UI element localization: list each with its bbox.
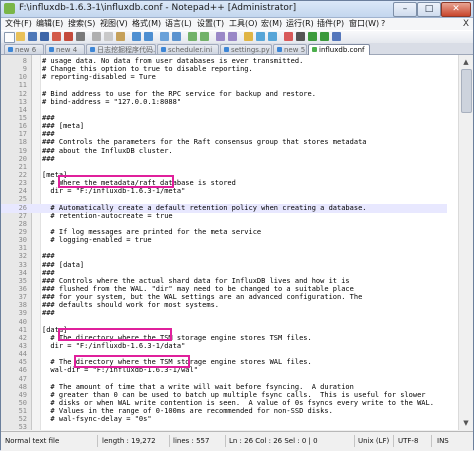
tab-label: new 4 (56, 46, 78, 54)
tab-label: 日志挖掘程序代码.txt (97, 46, 156, 54)
status-mode: INS (437, 437, 449, 445)
show-all-chars-icon[interactable] (256, 32, 265, 41)
tab-label: new 5 (284, 46, 306, 54)
document-tab-bar: new 6 new 4 日志挖掘程序代码.txt scheduler.ini s… (1, 43, 473, 55)
menu-bar: 文件(F) 编辑(E) 搜索(S) 视图(V) 格式(M) 语言(L) 设置(T… (1, 18, 473, 30)
save-icon[interactable] (28, 32, 37, 41)
sync-horizontal-icon[interactable] (228, 32, 237, 41)
print-icon[interactable] (76, 32, 85, 41)
status-eol: Unix (LF) (358, 437, 390, 445)
tab-new-6[interactable]: new 6 (4, 44, 44, 54)
zoom-out-icon[interactable] (200, 32, 209, 41)
close-all-icon[interactable] (64, 32, 73, 41)
tab-new-4[interactable]: new 4 (45, 44, 85, 54)
notepadpp-app-icon (4, 3, 15, 14)
menu-settings[interactable]: 设置(T) (197, 18, 224, 30)
highlight-meta-dir (58, 175, 174, 188)
menu-edit[interactable]: 编辑(E) (36, 18, 63, 30)
menu-tools[interactable]: 工具(O) (229, 18, 258, 30)
cut-icon[interactable] (92, 32, 101, 41)
status-divider (354, 435, 355, 447)
word-wrap-icon[interactable] (244, 32, 253, 41)
menu-language[interactable]: 语言(L) (165, 18, 192, 30)
file-tab-icon (49, 47, 54, 52)
tab-label: influxdb.conf (319, 46, 365, 54)
status-position: Ln : 26 Col : 26 Sel : 0 | 0 (229, 437, 318, 445)
scroll-thumb[interactable] (461, 69, 472, 113)
tab-label: settings.py (231, 46, 270, 54)
replace-icon[interactable] (172, 32, 181, 41)
run-macro-multiple-icon[interactable] (320, 32, 329, 41)
status-divider (97, 435, 98, 447)
file-tab-icon (224, 47, 229, 52)
file-tab-icon (90, 47, 95, 52)
file-tab-icon (8, 47, 13, 52)
file-tab-icon (161, 47, 166, 52)
record-macro-icon[interactable] (284, 32, 293, 41)
menu-run[interactable]: 运行(R) (286, 18, 314, 30)
status-length: length : 19,272 (102, 437, 156, 445)
status-file-type: Normal text file (5, 437, 60, 445)
redo-icon[interactable] (144, 32, 153, 41)
text-editor[interactable]: 8 # usage data. No data from user databas… (1, 55, 473, 431)
window-title: F:\influxdb-1.6.3-1\influxdb.conf - Note… (19, 3, 297, 13)
toolbar (1, 30, 473, 44)
title-bar[interactable]: F:\influxdb-1.6.3-1\influxdb.conf - Note… (1, 1, 473, 18)
tab-influxdb-conf[interactable]: influxdb.conf (308, 44, 370, 55)
close-file-icon[interactable] (52, 32, 61, 41)
minimize-button[interactable]: – (393, 2, 417, 17)
save-macro-icon[interactable] (332, 32, 341, 41)
copy-icon[interactable] (104, 32, 113, 41)
play-macro-icon[interactable] (308, 32, 317, 41)
status-encoding: UTF-8 (398, 437, 419, 445)
status-divider (169, 435, 170, 447)
status-lines: lines : 557 (173, 437, 210, 445)
close-button[interactable]: ✕ (441, 2, 471, 17)
sync-vertical-icon[interactable] (216, 32, 225, 41)
vertical-scrollbar[interactable]: ▲ ▼ (458, 55, 473, 430)
file-tab-icon (277, 47, 282, 52)
menu-file[interactable]: 文件(F) (5, 18, 32, 30)
tab-scheduler[interactable]: scheduler.ini (157, 44, 219, 54)
menu-format[interactable]: 格式(M) (132, 18, 161, 30)
tab-settings-py[interactable]: settings.py (220, 44, 272, 54)
new-file-icon[interactable] (4, 32, 15, 43)
status-bar: Normal text file length : 19,272 lines :… (1, 431, 473, 451)
scroll-up-icon[interactable]: ▲ (461, 57, 471, 67)
undo-icon[interactable] (132, 32, 141, 41)
highlight-wal-dir (74, 355, 190, 368)
zoom-in-icon[interactable] (188, 32, 197, 41)
status-divider (393, 435, 394, 447)
open-file-icon[interactable] (16, 32, 25, 41)
close-document-icon[interactable]: X (463, 18, 469, 30)
file-tab-icon (312, 47, 317, 52)
maximize-button[interactable]: □ (417, 2, 441, 17)
menu-macro[interactable]: 宏(M) (261, 18, 282, 30)
status-divider (225, 435, 226, 447)
tab-new-5[interactable]: new 5 (273, 44, 307, 54)
indent-guide-icon[interactable] (268, 32, 277, 41)
tab-log-mining[interactable]: 日志挖掘程序代码.txt (86, 44, 156, 54)
tab-label: scheduler.ini (168, 46, 213, 54)
menu-view[interactable]: 视图(V) (100, 18, 128, 30)
tab-label: new 6 (15, 46, 37, 54)
menu-search[interactable]: 搜索(S) (68, 18, 95, 30)
stop-macro-icon[interactable] (296, 32, 305, 41)
status-divider (431, 435, 432, 447)
find-icon[interactable] (160, 32, 169, 41)
save-all-icon[interactable] (40, 32, 49, 41)
notepadpp-window: F:\influxdb-1.6.3-1\influxdb.conf - Note… (0, 0, 474, 451)
menu-window[interactable]: 窗口(W) (349, 18, 379, 30)
highlight-data-dir (58, 328, 172, 341)
paste-icon[interactable] (116, 32, 125, 41)
menu-help[interactable]: ? (381, 18, 385, 30)
scroll-down-icon[interactable]: ▼ (461, 418, 471, 428)
menu-plugins[interactable]: 插件(P) (317, 18, 344, 30)
